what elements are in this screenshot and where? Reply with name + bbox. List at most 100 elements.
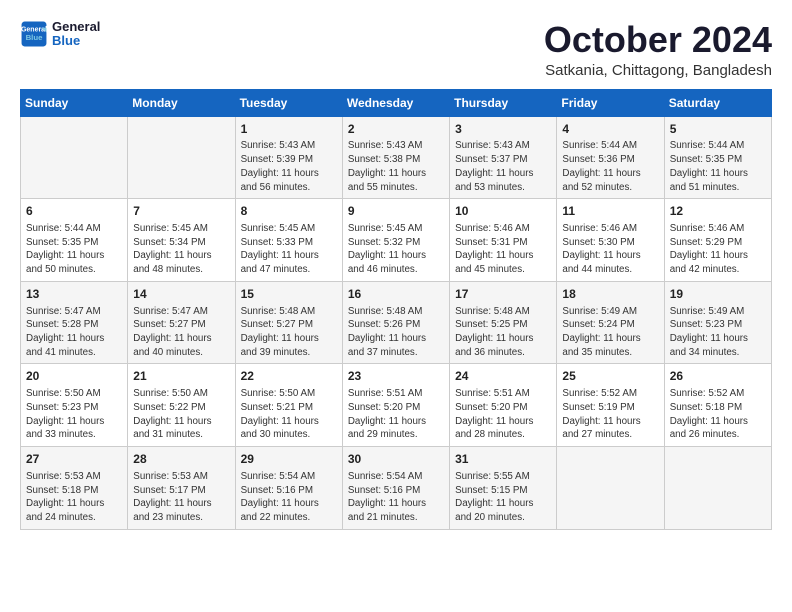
- day-info: Sunrise: 5:48 AM Sunset: 5:25 PM Dayligh…: [455, 305, 551, 360]
- day-info: Sunrise: 5:48 AM Sunset: 5:27 PM Dayligh…: [241, 305, 337, 360]
- day-info: Sunrise: 5:55 AM Sunset: 5:15 PM Dayligh…: [455, 470, 551, 525]
- svg-text:Blue: Blue: [26, 34, 44, 43]
- title-section: October 2024 Satkania, Chittagong, Bangl…: [544, 20, 772, 79]
- calendar-week-row: 13Sunrise: 5:47 AM Sunset: 5:28 PM Dayli…: [21, 281, 772, 364]
- calendar-cell: 30 Sunrise: 5:54 AM Sunset: 5:16 PM Dayli…: [342, 447, 449, 530]
- calendar-cell: 16 Sunrise: 5:48 AM Sunset: 5:26 PM Dayli…: [342, 281, 449, 364]
- day-number: 28: [133, 451, 229, 468]
- day-number: 6: [26, 203, 122, 220]
- day-number: 27: [26, 451, 122, 468]
- calendar-cell: 1Sunrise: 5:43 AM Sunset: 5:39 PM Daylig…: [235, 116, 342, 199]
- day-number: 26: [670, 368, 766, 385]
- day-info: Sunrise: 5:49 AM Sunset: 5:24 PM Dayligh…: [562, 305, 658, 360]
- day-info: Sunrise: 5:49 AM Sunset: 5:23 PM Dayligh…: [670, 305, 766, 360]
- subtitle: Satkania, Chittagong, Bangladesh: [544, 62, 772, 79]
- day-info: Sunrise: 5:54 AM Sunset: 5:16 PM Dayligh…: [241, 470, 337, 525]
- day-info: Sunrise: 5:44 AM Sunset: 5:36 PM Dayligh…: [562, 139, 658, 194]
- calendar-week-row: 27 Sunrise: 5:53 AM Sunset: 5:18 PM Dayli…: [21, 447, 772, 530]
- calendar-cell: 12 Sunrise: 5:46 AM Sunset: 5:29 PM Dayli…: [664, 199, 771, 282]
- calendar-cell: 18 Sunrise: 5:49 AM Sunset: 5:24 PM Dayli…: [557, 281, 664, 364]
- day-number: 4: [562, 121, 658, 138]
- day-info: Sunrise: 5:51 AM Sunset: 5:20 PM Dayligh…: [455, 387, 551, 442]
- day-number: 3: [455, 121, 551, 138]
- day-info: Sunrise: 5:43 AM Sunset: 5:38 PM Dayligh…: [348, 139, 444, 194]
- day-number: 10: [455, 203, 551, 220]
- calendar-cell: 27 Sunrise: 5:53 AM Sunset: 5:18 PM Dayli…: [21, 447, 128, 530]
- calendar-cell: 3Sunrise: 5:43 AM Sunset: 5:37 PM Daylig…: [450, 116, 557, 199]
- calendar-week-row: 1Sunrise: 5:43 AM Sunset: 5:39 PM Daylig…: [21, 116, 772, 199]
- day-number: 5: [670, 121, 766, 138]
- calendar-cell: 25Sunrise: 5:52 AM Sunset: 5:19 PM Dayli…: [557, 364, 664, 447]
- day-number: 21: [133, 368, 229, 385]
- column-header-thursday: Thursday: [450, 89, 557, 116]
- day-number: 29: [241, 451, 337, 468]
- day-info: Sunrise: 5:50 AM Sunset: 5:22 PM Dayligh…: [133, 387, 229, 442]
- calendar-cell: 8Sunrise: 5:45 AM Sunset: 5:33 PM Daylig…: [235, 199, 342, 282]
- day-number: 24: [455, 368, 551, 385]
- day-number: 12: [670, 203, 766, 220]
- calendar-cell: 26Sunrise: 5:52 AM Sunset: 5:18 PM Dayli…: [664, 364, 771, 447]
- day-number: 23: [348, 368, 444, 385]
- day-info: Sunrise: 5:54 AM Sunset: 5:16 PM Dayligh…: [348, 470, 444, 525]
- day-number: 17: [455, 286, 551, 303]
- day-number: 11: [562, 203, 658, 220]
- day-info: Sunrise: 5:53 AM Sunset: 5:18 PM Dayligh…: [26, 470, 122, 525]
- calendar-cell: [21, 116, 128, 199]
- column-header-friday: Friday: [557, 89, 664, 116]
- logo-text: General Blue: [52, 20, 100, 49]
- day-number: 2: [348, 121, 444, 138]
- calendar-cell: 7 Sunrise: 5:45 AM Sunset: 5:34 PM Daylig…: [128, 199, 235, 282]
- calendar-cell: 24 Sunrise: 5:51 AM Sunset: 5:20 PM Dayli…: [450, 364, 557, 447]
- calendar-cell: 17 Sunrise: 5:48 AM Sunset: 5:25 PM Dayli…: [450, 281, 557, 364]
- calendar-cell: [557, 447, 664, 530]
- calendar-cell: 19 Sunrise: 5:49 AM Sunset: 5:23 PM Dayli…: [664, 281, 771, 364]
- day-number: 1: [241, 121, 337, 138]
- day-info: Sunrise: 5:44 AM Sunset: 5:35 PM Dayligh…: [26, 222, 122, 277]
- calendar-cell: 6 Sunrise: 5:44 AM Sunset: 5:35 PM Daylig…: [21, 199, 128, 282]
- day-info: Sunrise: 5:45 AM Sunset: 5:34 PM Dayligh…: [133, 222, 229, 277]
- logo-icon: General Blue: [20, 20, 48, 48]
- column-header-monday: Monday: [128, 89, 235, 116]
- day-number: 19: [670, 286, 766, 303]
- day-number: 18: [562, 286, 658, 303]
- day-info: Sunrise: 5:50 AM Sunset: 5:21 PM Dayligh…: [241, 387, 337, 442]
- calendar-cell: 29 Sunrise: 5:54 AM Sunset: 5:16 PM Dayli…: [235, 447, 342, 530]
- month-title: October 2024: [544, 20, 772, 60]
- day-info: Sunrise: 5:45 AM Sunset: 5:32 PM Dayligh…: [348, 222, 444, 277]
- calendar-cell: 28 Sunrise: 5:53 AM Sunset: 5:17 PM Dayli…: [128, 447, 235, 530]
- calendar-cell: 10 Sunrise: 5:46 AM Sunset: 5:31 PM Dayli…: [450, 199, 557, 282]
- day-info: Sunrise: 5:46 AM Sunset: 5:29 PM Dayligh…: [670, 222, 766, 277]
- day-info: Sunrise: 5:53 AM Sunset: 5:17 PM Dayligh…: [133, 470, 229, 525]
- day-info: Sunrise: 5:43 AM Sunset: 5:39 PM Dayligh…: [241, 139, 337, 194]
- day-number: 8: [241, 203, 337, 220]
- calendar-cell: 9Sunrise: 5:45 AM Sunset: 5:32 PM Daylig…: [342, 199, 449, 282]
- calendar-week-row: 20 Sunrise: 5:50 AM Sunset: 5:23 PM Dayli…: [21, 364, 772, 447]
- day-info: Sunrise: 5:47 AM Sunset: 5:28 PM Dayligh…: [26, 305, 122, 360]
- day-number: 15: [241, 286, 337, 303]
- calendar-cell: 13Sunrise: 5:47 AM Sunset: 5:28 PM Dayli…: [21, 281, 128, 364]
- calendar-cell: 31Sunrise: 5:55 AM Sunset: 5:15 PM Dayli…: [450, 447, 557, 530]
- day-info: Sunrise: 5:50 AM Sunset: 5:23 PM Dayligh…: [26, 387, 122, 442]
- day-info: Sunrise: 5:47 AM Sunset: 5:27 PM Dayligh…: [133, 305, 229, 360]
- day-info: Sunrise: 5:48 AM Sunset: 5:26 PM Dayligh…: [348, 305, 444, 360]
- day-number: 30: [348, 451, 444, 468]
- calendar-cell: 11 Sunrise: 5:46 AM Sunset: 5:30 PM Dayli…: [557, 199, 664, 282]
- logo: General Blue General Blue: [20, 20, 100, 49]
- day-number: 7: [133, 203, 229, 220]
- day-info: Sunrise: 5:46 AM Sunset: 5:31 PM Dayligh…: [455, 222, 551, 277]
- column-header-wednesday: Wednesday: [342, 89, 449, 116]
- day-number: 25: [562, 368, 658, 385]
- calendar-cell: 2Sunrise: 5:43 AM Sunset: 5:38 PM Daylig…: [342, 116, 449, 199]
- calendar-cell: 21 Sunrise: 5:50 AM Sunset: 5:22 PM Dayli…: [128, 364, 235, 447]
- calendar-cell: 4Sunrise: 5:44 AM Sunset: 5:36 PM Daylig…: [557, 116, 664, 199]
- day-info: Sunrise: 5:46 AM Sunset: 5:30 PM Dayligh…: [562, 222, 658, 277]
- day-number: 16: [348, 286, 444, 303]
- day-info: Sunrise: 5:43 AM Sunset: 5:37 PM Dayligh…: [455, 139, 551, 194]
- day-info: Sunrise: 5:51 AM Sunset: 5:20 PM Dayligh…: [348, 387, 444, 442]
- calendar-cell: 14 Sunrise: 5:47 AM Sunset: 5:27 PM Dayli…: [128, 281, 235, 364]
- day-number: 22: [241, 368, 337, 385]
- column-header-saturday: Saturday: [664, 89, 771, 116]
- day-number: 14: [133, 286, 229, 303]
- day-number: 20: [26, 368, 122, 385]
- calendar-cell: 20 Sunrise: 5:50 AM Sunset: 5:23 PM Dayli…: [21, 364, 128, 447]
